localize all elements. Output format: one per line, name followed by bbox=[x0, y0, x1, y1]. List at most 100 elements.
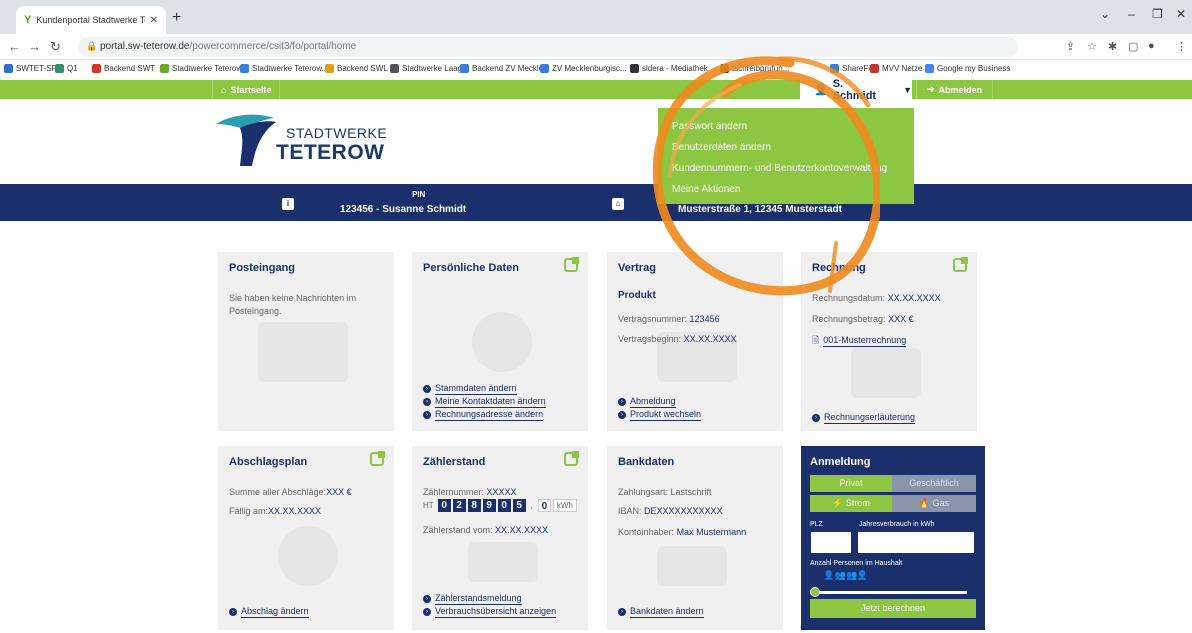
arrow-circle-icon: › bbox=[618, 608, 626, 616]
url-bar[interactable]: 🔒 portal.sw-teterow.de/powercommerce/csi… bbox=[78, 37, 1018, 57]
plz-input[interactable] bbox=[810, 531, 852, 554]
invoice-date-value: XX.XX.XXXX bbox=[887, 293, 941, 303]
link-stammdaten[interactable]: › Stammdaten ändern bbox=[423, 383, 517, 395]
browser-tab[interactable]: Y Kundenportal Stadtwerke Teteroi ✕ bbox=[16, 6, 166, 34]
link-rechnungsadresse[interactable]: › Rechnungsadresse ändern bbox=[423, 409, 544, 421]
link-abmeldung[interactable]: › Abmeldung bbox=[618, 396, 676, 408]
menu-item-account-management[interactable]: Kundennummern- und Benutzerkontoverwaltu… bbox=[658, 162, 914, 183]
meter-digit: 0 bbox=[497, 499, 511, 512]
bookmark-item[interactable]: Backend SWT bbox=[92, 64, 155, 73]
bookmark-item[interactable]: Stadtwerke Teterow... bbox=[240, 64, 328, 73]
persons-label: Anzahl Personen im Haushalt bbox=[810, 560, 903, 567]
user-menu-button[interactable]: 👤 S. Schmidt ▼ bbox=[800, 78, 912, 102]
nav-home[interactable]: ⌂ Startseite bbox=[212, 80, 281, 99]
extensions-icon[interactable]: ✱ bbox=[1108, 40, 1117, 53]
card-title: Bankdaten bbox=[618, 456, 675, 468]
household-persons-icon[interactable]: 👤 👥 👥👤 bbox=[823, 570, 868, 581]
menu-item-change-userdata[interactable]: Benutzerdaten ändern bbox=[658, 141, 914, 162]
bookmark-favicon-icon bbox=[160, 64, 169, 73]
bookmark-label: sldera - Mediathek bbox=[642, 64, 708, 73]
external-link-icon[interactable] bbox=[953, 257, 968, 272]
invoice-amount-label: Rechnungsbetrag: bbox=[812, 314, 886, 324]
link-zaehlerstandsmeldung[interactable]: › Zählerstandsmeldung bbox=[423, 593, 522, 605]
link-abschlag-aendern[interactable]: › Abschlag ändern bbox=[229, 606, 309, 618]
bookmark-label: Google my Business bbox=[937, 64, 1011, 73]
bookmark-item[interactable]: tschreibprüfun... bbox=[720, 64, 789, 73]
tab-gas[interactable]: 🔥 Gas bbox=[892, 495, 976, 512]
bookmark-item[interactable]: Google my Business bbox=[925, 64, 1010, 73]
bookmark-item[interactable]: Stadtwerke Teterow... bbox=[160, 64, 248, 73]
minimize-icon[interactable]: – bbox=[1128, 7, 1135, 21]
link-invoice-file[interactable]: 🗎 001-Musterrechnung bbox=[812, 333, 907, 349]
logout-button[interactable]: ➜ Abmelden bbox=[916, 80, 994, 99]
bookmark-item[interactable]: Backend SWL bbox=[325, 64, 388, 73]
external-link-icon[interactable] bbox=[370, 451, 385, 466]
bookmark-label: Stadtwerke Laage bbox=[402, 64, 467, 73]
invoice-amount-value: XXX € bbox=[888, 314, 914, 324]
bookmark-favicon-icon bbox=[55, 64, 64, 73]
product-label: Produkt bbox=[618, 290, 656, 301]
bookmark-label: Stadtwerke Teterow... bbox=[172, 64, 249, 73]
external-link-icon[interactable] bbox=[564, 451, 579, 466]
bookmark-item[interactable]: ZV Mecklenburgisc... bbox=[540, 64, 627, 73]
external-link-icon[interactable] bbox=[564, 257, 579, 272]
tab-search-icon[interactable]: ⌄ bbox=[1100, 7, 1110, 21]
installment-sum-value: XXX € bbox=[326, 487, 352, 497]
account-owner-label: Kontoinhaber: bbox=[618, 527, 675, 537]
link-bankdaten-aendern[interactable]: › Bankdaten ändern bbox=[618, 606, 704, 618]
back-icon[interactable]: ← bbox=[8, 39, 21, 54]
link-rechnungserlaeuterung[interactable]: › Rechnungserläuterung bbox=[812, 412, 916, 424]
url-path: /powercommerce/csit3/fo/portal/home bbox=[189, 41, 357, 52]
user-icon: 👤 bbox=[814, 84, 828, 96]
address-value: Musterstraße 1, 12345 Musterstadt bbox=[678, 204, 842, 215]
sidepanel-icon[interactable]: ▢ bbox=[1128, 40, 1138, 53]
arrow-circle-icon: › bbox=[229, 608, 237, 616]
house-icon: ⌂ bbox=[612, 198, 624, 210]
person-watermark-icon bbox=[472, 312, 532, 372]
persons-slider-handle[interactable] bbox=[810, 587, 820, 597]
menu-item-my-actions[interactable]: Meine Aktionen bbox=[658, 183, 914, 204]
persons-slider-track[interactable] bbox=[815, 591, 967, 594]
bookmark-item[interactable]: MVV Netze bbox=[870, 64, 922, 73]
bookmark-star-icon[interactable]: ☆ bbox=[1087, 40, 1097, 53]
close-window-icon[interactable]: ✕ bbox=[1176, 7, 1186, 21]
meter-number: Zählernummer: XXXXX bbox=[423, 486, 517, 499]
link-produkt-wechseln[interactable]: › Produkt wechseln bbox=[618, 409, 702, 421]
profile-icon[interactable]: ● bbox=[1148, 40, 1155, 52]
card-title: Abschlagsplan bbox=[229, 456, 308, 468]
pin-label: PIN bbox=[412, 190, 426, 199]
share-icon[interactable]: ⇪ bbox=[1066, 40, 1075, 53]
bookmark-label: Backend SWL bbox=[337, 64, 388, 73]
bookmark-label: Backend ZV Meckle... bbox=[472, 64, 550, 73]
meter-prefix: HT bbox=[423, 501, 434, 510]
menu-item-change-password[interactable]: Passwort ändern bbox=[658, 120, 914, 141]
consumption-input[interactable] bbox=[857, 531, 975, 554]
plz-label: PLZ bbox=[810, 521, 823, 528]
bookmark-item[interactable]: sldera - Mediathek bbox=[630, 64, 708, 73]
bookmark-item[interactable]: Q1 bbox=[55, 64, 78, 73]
link-verbrauchsuebersicht[interactable]: › Verbrauchsübersicht anzeigen bbox=[423, 606, 557, 618]
bookmark-favicon-icon bbox=[540, 64, 549, 73]
card-title: Posteingang bbox=[229, 262, 296, 274]
tab-strom[interactable]: ⚡ Strom bbox=[810, 495, 892, 512]
bookmark-favicon-icon bbox=[925, 64, 934, 73]
new-tab-icon[interactable]: + bbox=[172, 9, 181, 27]
tab-privat[interactable]: Privat bbox=[810, 475, 892, 492]
bookmark-item[interactable]: Stadtwerke Laage bbox=[390, 64, 467, 73]
bookmark-item[interactable]: Backend ZV Meckle... bbox=[460, 64, 550, 73]
link-kontaktdaten[interactable]: › Meine Kontaktdaten ändern bbox=[423, 396, 546, 408]
calculate-button[interactable]: Jetzt berechnen bbox=[810, 599, 976, 618]
menu-icon[interactable]: ⋮ bbox=[1176, 40, 1187, 53]
meter-number-label: Zählernummer: bbox=[423, 487, 485, 497]
reload-icon[interactable]: ↻ bbox=[50, 39, 61, 55]
forward-icon[interactable]: → bbox=[28, 39, 41, 54]
logo-line1: STADTWERKE bbox=[286, 125, 388, 141]
card-bankdaten: Bankdaten Zahlungsart: Lastschrift IBAN:… bbox=[607, 446, 783, 630]
favicon-icon: Y bbox=[24, 14, 32, 26]
tab-geschaeftlich[interactable]: Geschäftlich bbox=[892, 475, 976, 492]
link-label: Produkt wechseln bbox=[630, 409, 702, 421]
maximize-icon[interactable]: ❐ bbox=[1152, 7, 1163, 21]
bookmark-item[interactable]: SWTET-SPS bbox=[4, 64, 62, 73]
close-tab-icon[interactable]: ✕ bbox=[150, 15, 158, 26]
meter-display: HT 0 2 8 9 0 5 , 0 kWh bbox=[423, 499, 577, 512]
